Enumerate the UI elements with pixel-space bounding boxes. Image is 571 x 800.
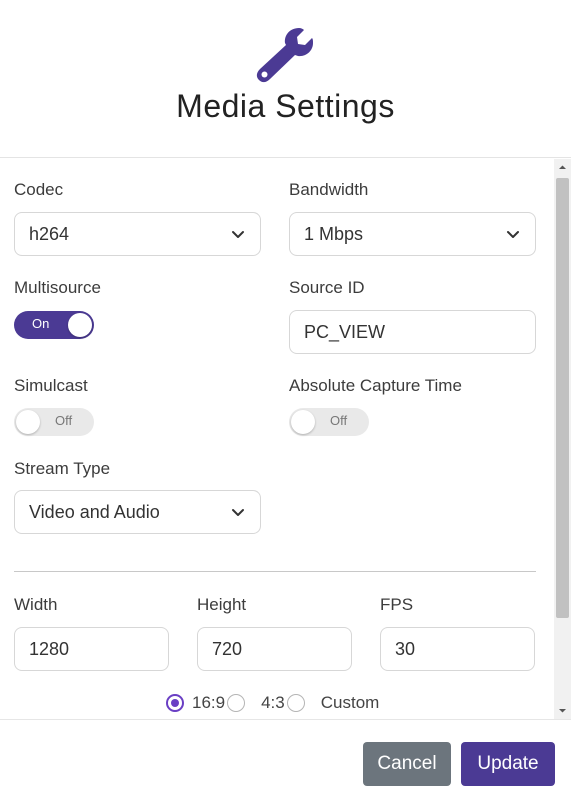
- width-input[interactable]: 1280: [14, 627, 169, 671]
- section-divider: [14, 571, 536, 572]
- codec-label: Codec: [14, 180, 64, 199]
- source-id-input[interactable]: PC_VIEW: [289, 310, 536, 354]
- height-input[interactable]: 720: [197, 627, 352, 671]
- scroll-down-arrow-icon[interactable]: [554, 702, 571, 719]
- scroll-up-arrow-icon[interactable]: [554, 159, 571, 176]
- multisource-toggle-state: On: [32, 316, 50, 331]
- fps-value: 30: [395, 638, 416, 659]
- height-value: 720: [212, 638, 243, 659]
- toggle-knob: [291, 410, 315, 434]
- aspect-custom-radio[interactable]: [286, 694, 305, 712]
- width-value: 1280: [29, 638, 70, 659]
- aspect-16-9-radio[interactable]: [166, 694, 184, 712]
- codec-value: h264: [29, 223, 70, 244]
- chevron-down-icon: [507, 231, 519, 238]
- bandwidth-select[interactable]: 1 Mbps: [289, 212, 536, 256]
- simulcast-toggle-state: Off: [55, 413, 73, 428]
- modal-header: Media Settings: [0, 0, 571, 158]
- bandwidth-label: Bandwidth: [289, 180, 369, 199]
- aspect-16-9-label[interactable]: 16:9: [192, 693, 225, 713]
- chevron-down-icon: [232, 509, 244, 516]
- absolute-capture-time-label: Absolute Capture Time: [289, 376, 462, 395]
- settings-form: Codec h264 Bandwidth 1 Mbps Multisource …: [0, 159, 554, 719]
- absolute-capture-time-toggle[interactable]: Off: [289, 408, 369, 436]
- modal-footer: Cancel Update: [0, 719, 571, 800]
- height-label: Height: [197, 595, 247, 614]
- multisource-label: Multisource: [14, 278, 101, 297]
- aspect-4-3-radio[interactable]: [227, 694, 246, 712]
- multisource-toggle[interactable]: On: [14, 311, 94, 339]
- stream-type-select[interactable]: Video and Audio: [14, 490, 261, 534]
- fps-label: FPS: [380, 595, 414, 614]
- source-id-value: PC_VIEW: [304, 321, 386, 342]
- chevron-down-icon: [232, 231, 244, 238]
- width-label: Width: [14, 595, 58, 614]
- wrench-icon: [256, 28, 313, 83]
- page-title: Media Settings: [176, 88, 395, 124]
- simulcast-label: Simulcast: [14, 376, 88, 395]
- stream-type-label: Stream Type: [14, 459, 111, 478]
- toggle-knob: [68, 313, 92, 337]
- scrollbar-thumb[interactable]: [556, 178, 569, 618]
- aspect-ratio-radio-group: 16:9 4:3 Custom: [166, 692, 381, 714]
- stream-type-value: Video and Audio: [29, 501, 160, 522]
- fps-input[interactable]: 30: [380, 627, 535, 671]
- codec-select[interactable]: h264: [14, 212, 261, 256]
- toggle-knob: [16, 410, 40, 434]
- aspect-4-3-label[interactable]: 4:3: [261, 693, 285, 713]
- vertical-scrollbar[interactable]: [554, 159, 571, 719]
- cancel-button[interactable]: Cancel: [363, 742, 451, 786]
- aspect-custom-label[interactable]: Custom: [321, 693, 380, 713]
- simulcast-toggle[interactable]: Off: [14, 408, 94, 436]
- update-button[interactable]: Update: [461, 742, 555, 786]
- absolute-capture-time-toggle-state: Off: [330, 413, 348, 428]
- bandwidth-value: 1 Mbps: [304, 223, 364, 244]
- source-id-label: Source ID: [289, 278, 365, 297]
- settings-scroll-area[interactable]: Codec h264 Bandwidth 1 Mbps Multisource …: [0, 159, 571, 719]
